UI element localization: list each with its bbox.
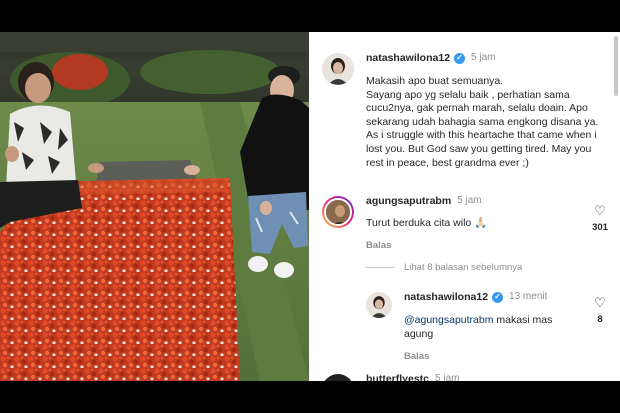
avatar-natashawilona12[interactable] (322, 53, 354, 85)
like-button[interactable]: ♡ 8 (590, 296, 610, 326)
reply-time[interactable]: 13 menit (509, 290, 547, 304)
reply-username[interactable]: natashawilona12 (404, 290, 488, 304)
comment-time[interactable]: 5 jam (435, 372, 459, 381)
like-button[interactable]: ♡ 301 (590, 204, 610, 234)
comment-username[interactable]: agungsaputrabm (366, 194, 451, 208)
avatar-photo (326, 200, 350, 224)
heart-outline-icon[interactable]: ♡ (590, 204, 610, 218)
comment-item-partial: butterflyestc 5 jam (322, 372, 610, 381)
instagram-post-view: natashawilona12 ✓ 5 jam Makasih apo buat… (0, 32, 620, 381)
heart-outline-icon[interactable]: ♡ (590, 296, 610, 310)
verified-badge-icon: ✓ (454, 52, 466, 64)
reply-text: @agungsaputrabm makasi mas agung (404, 314, 584, 341)
view-replies-label[interactable]: Lihat 8 balasan sebelumnya (404, 262, 522, 273)
comment-text: Makasih apo buat semuanya. Sayang apo yg… (366, 75, 599, 169)
comment-username[interactable]: natashawilona12 (366, 51, 450, 65)
reply-item: natashawilona12 ✓ 13 menit @agungsaputra… (366, 290, 610, 362)
verified-badge-icon: ✓ (492, 291, 504, 303)
comment-item: agungsaputrabm 5 jam Turut berduka cita … (322, 194, 610, 254)
grave-photo-image (0, 32, 309, 381)
comments-panel[interactable]: natashawilona12 ✓ 5 jam Makasih apo buat… (310, 32, 620, 381)
view-previous-replies[interactable]: Lihat 8 balasan sebelumnya (366, 262, 522, 273)
comment-text: Turut berduka cita wilo 🙏🏻 (366, 217, 488, 229)
comment-time[interactable]: 5 jam (471, 51, 495, 65)
like-count: 301 (592, 222, 608, 233)
caption-comment: natashawilona12 ✓ 5 jam Makasih apo buat… (322, 51, 610, 201)
comment-time[interactable]: 5 jam (457, 194, 481, 208)
post-photo[interactable] (0, 32, 309, 381)
avatar-photo (322, 53, 354, 85)
avatar-agungsaputrabm[interactable] (322, 196, 354, 228)
comment-username[interactable]: butterflyestc (366, 372, 429, 381)
mention-link[interactable]: @agungsaputrabm (404, 314, 493, 326)
avatar-butterflyestc[interactable] (322, 374, 354, 381)
avatar-natashawilona12[interactable] (366, 292, 392, 318)
divider-line (366, 267, 394, 268)
like-count: 8 (597, 314, 603, 325)
reply-button[interactable]: Balas (366, 240, 584, 251)
avatar-photo (366, 292, 392, 318)
reply-button[interactable]: Balas (404, 351, 584, 362)
comments-scrollbar[interactable] (614, 36, 618, 96)
